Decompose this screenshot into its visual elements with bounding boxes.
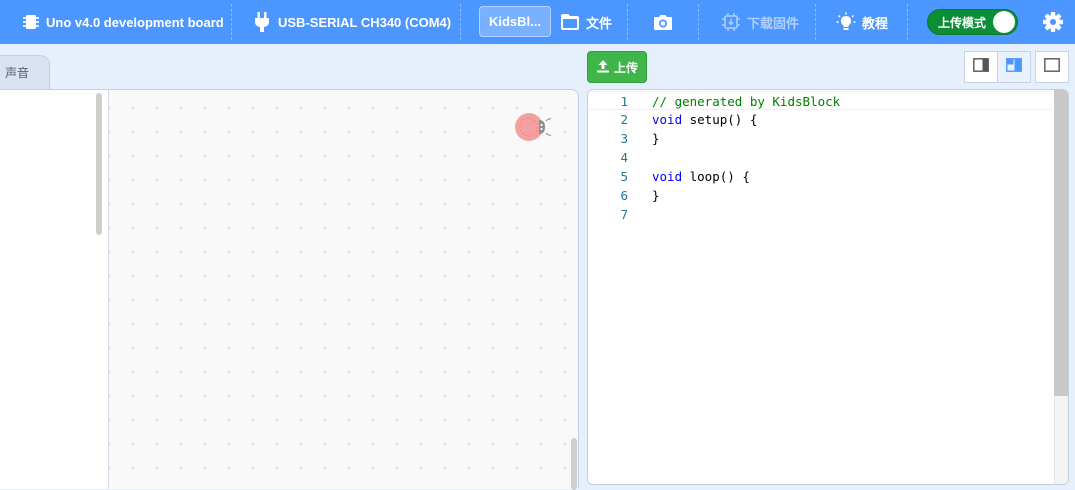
divider [907, 4, 908, 40]
layout-switcher-full [1035, 51, 1069, 83]
code-line[interactable]: 1 // generated by KidsBlock [588, 91, 1052, 110]
project-title-label: KidsBl... [488, 14, 541, 29]
code-line[interactable]: 5 void loop() { [588, 167, 1052, 186]
tab-sounds[interactable]: 声音 [0, 55, 50, 89]
tutorials-button[interactable]: 教程 [836, 0, 888, 44]
screenshot-button[interactable] [653, 0, 673, 44]
download-firmware-label: 下载固件 [747, 15, 800, 31]
code-line[interactable]: 6 } [588, 186, 1052, 205]
menu-bar: Uno v4.0 development board USB-SERIAL CH… [0, 0, 1075, 44]
layout-code-side-button[interactable] [964, 51, 998, 83]
block-palette [0, 89, 109, 489]
layout-switcher [964, 51, 1031, 83]
line-number: 2 [620, 112, 628, 127]
file-menu-label: 文件 [586, 15, 613, 31]
line-number: 6 [620, 188, 628, 203]
layout-full-icon [1044, 57, 1060, 77]
code-line[interactable]: 7 [588, 205, 1052, 224]
editor-scrollbar-thumb[interactable] [1054, 90, 1068, 396]
code-comment: // generated by KidsBlock [652, 94, 841, 109]
code-line[interactable]: 3 } [588, 129, 1052, 148]
code-text: } [652, 188, 660, 203]
line-number: 5 [620, 169, 628, 184]
code-text: } [652, 131, 660, 146]
port-selector[interactable]: USB-SERIAL CH340 (COM4) [254, 0, 451, 44]
code-keyword: void [652, 169, 683, 184]
code-lines: 1 // generated by KidsBlock 2 void setup… [588, 91, 1052, 224]
divider [460, 4, 461, 40]
editor-scrollbar-track[interactable] [1054, 90, 1068, 484]
plug-icon [254, 12, 270, 32]
tab-sounds-label: 声音 [5, 66, 30, 80]
port-label: USB-SERIAL CH340 (COM4) [278, 14, 452, 30]
layout-sidebar-icon [973, 57, 989, 77]
tutorials-label: 教程 [862, 15, 889, 31]
line-number: 1 [620, 94, 628, 109]
layout-full-button[interactable] [1035, 51, 1069, 83]
upload-button-label: 上传 [613, 60, 638, 75]
project-title[interactable]: KidsBl... [479, 6, 551, 37]
chip-icon [22, 13, 40, 31]
upload-icon [596, 59, 610, 76]
download-firmware-button[interactable]: 下载固件 [721, 0, 799, 44]
upload-mode-label: 上传模式 [938, 15, 987, 30]
divider [698, 4, 699, 40]
code-text: setup() { [682, 112, 758, 127]
code-line[interactable]: 4 [588, 148, 1052, 167]
gear-icon [1042, 11, 1064, 33]
palette-scrollbar[interactable] [96, 93, 102, 235]
toggle-knob [993, 11, 1015, 33]
lightbulb-icon [836, 12, 856, 32]
layout-split-icon [1006, 57, 1022, 77]
code-line[interactable]: 2 void setup() { [588, 110, 1052, 129]
divider [627, 4, 628, 40]
workspace-scrollbar[interactable] [571, 438, 577, 490]
divider [231, 4, 232, 40]
line-number: 4 [620, 150, 628, 165]
upload-mode-toggle[interactable]: 上传模式 [927, 9, 1018, 35]
board-selector[interactable]: Uno v4.0 development board [22, 0, 224, 44]
divider [815, 4, 816, 40]
board-label: Uno v4.0 development board [46, 14, 224, 30]
code-text: loop() { [682, 169, 750, 184]
line-number: 3 [620, 131, 628, 146]
code-editor[interactable]: 1 // generated by KidsBlock 2 void setup… [587, 89, 1069, 485]
layout-split-button[interactable] [997, 51, 1031, 83]
code-keyword: void [652, 112, 683, 127]
ladybug-icon [513, 110, 557, 149]
chip-download-icon [721, 12, 741, 32]
line-number: 7 [620, 207, 628, 222]
folder-icon [560, 13, 580, 31]
settings-button[interactable] [1042, 0, 1064, 44]
upload-button[interactable]: 上传 [587, 51, 647, 83]
camera-icon [653, 14, 673, 31]
code-workspace[interactable] [109, 89, 579, 490]
file-menu[interactable]: 文件 [560, 0, 612, 44]
